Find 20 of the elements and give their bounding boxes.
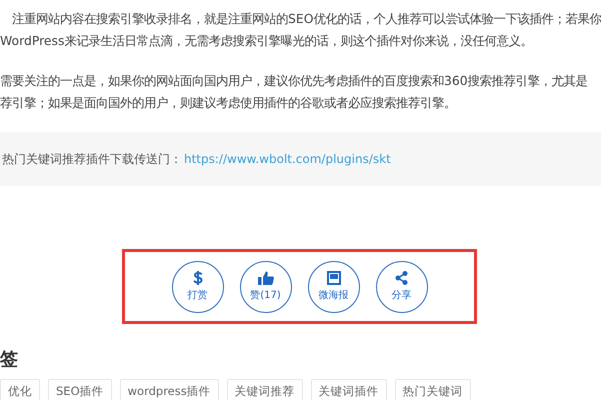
action-button[interactable]: 赞(17) — [240, 260, 292, 312]
tag-link[interactable]: 优化 — [0, 379, 40, 400]
tag-link[interactable]: wordpress插件 — [120, 379, 219, 400]
action-button[interactable]: 打赏 — [172, 260, 224, 312]
image-icon — [326, 271, 340, 285]
section-heading: 签 — [0, 349, 19, 371]
tag-link[interactable]: 关键词推荐 — [226, 379, 303, 400]
thumbs-up-icon — [258, 271, 274, 285]
paragraph-line: WordPress来记录生活日常点滴，无需考虑搜索引擎曝光的话，则这个插件对你来说，没任何意义。 — [0, 32, 534, 50]
tag-link[interactable]: SEO插件 — [48, 379, 112, 400]
action-button[interactable]: 微海报 — [308, 260, 360, 312]
tag-link[interactable]: 热门关键词 — [394, 379, 471, 400]
action-button[interactable]: 分享 — [376, 260, 428, 312]
paragraph-line: 需要关注的一点是，如果你的网站面向国内用户，建议你优先考虑插件的百度搜索和360搜索推荐引擎，尤其是 — [0, 72, 589, 90]
paragraph-line: 荐引擎；如果是面向国外的用户，则建议考虑使用插件的谷歌或者必应搜索推荐引擎。 — [0, 94, 457, 112]
share-icon — [395, 271, 408, 285]
tag-link[interactable]: 关键词插件 — [310, 379, 387, 400]
paragraph-line: 注重网站内容在搜索引擎收录排名，就是注重网站的SEO优化的话，个人推荐可以尝试体验一下该插件；若果你 — [11, 10, 601, 28]
download-label: 热门关键词推荐插件下载传送门： — [2, 150, 182, 168]
dollar-icon — [192, 271, 204, 285]
